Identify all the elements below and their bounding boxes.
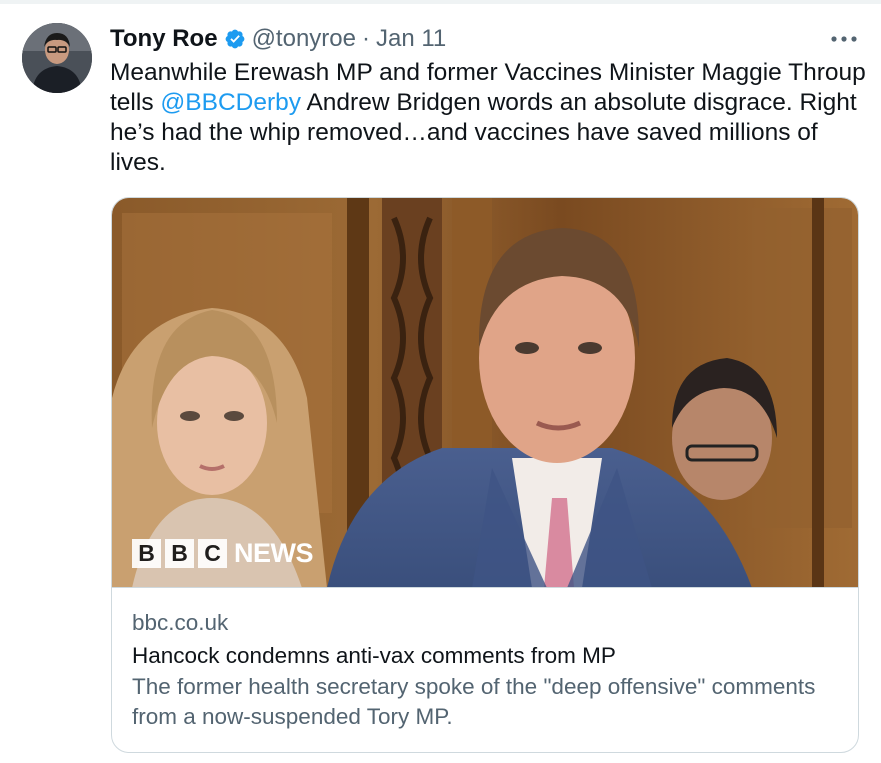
- author-handle[interactable]: @tonyroe: [252, 22, 356, 56]
- card-description: The former health secretary spoke of the…: [132, 674, 816, 729]
- logo-letter: B: [165, 539, 194, 568]
- card-image[interactable]: B B C NEWS: [112, 198, 858, 588]
- logo-word: NEWS: [234, 538, 314, 568]
- tweet-date[interactable]: Jan 11: [376, 22, 446, 56]
- link-preview-card[interactable]: B B C NEWS bbc.co.uk Hancock condemns an…: [111, 197, 859, 753]
- logo-letter: C: [198, 539, 227, 568]
- divider: [0, 0, 881, 4]
- tweet-page: Tony Roe @tonyroe · Jan 11 Meanwhile Ere…: [0, 0, 881, 763]
- card-domain: bbc.co.uk: [132, 610, 229, 635]
- bbc-news-logo: B B C NEWS: [132, 538, 314, 568]
- avatar[interactable]: [22, 23, 92, 93]
- author-name[interactable]: Tony Roe: [110, 22, 218, 56]
- separator-dot: ·: [361, 25, 370, 52]
- mention-link[interactable]: @BBCDerby: [160, 89, 301, 116]
- card-body[interactable]: bbc.co.uk Hancock condemns anti-vax comm…: [132, 608, 842, 732]
- tweet-text: Meanwhile Erewash MP and former Vaccines…: [110, 58, 870, 178]
- logo-letter: B: [132, 539, 161, 568]
- more-options-icon[interactable]: [829, 27, 859, 51]
- tweet-header: Tony Roe @tonyroe · Jan 11: [110, 22, 446, 56]
- card-title: Hancock condemns anti-vax comments from …: [132, 643, 616, 668]
- verified-badge-icon: [224, 28, 246, 50]
